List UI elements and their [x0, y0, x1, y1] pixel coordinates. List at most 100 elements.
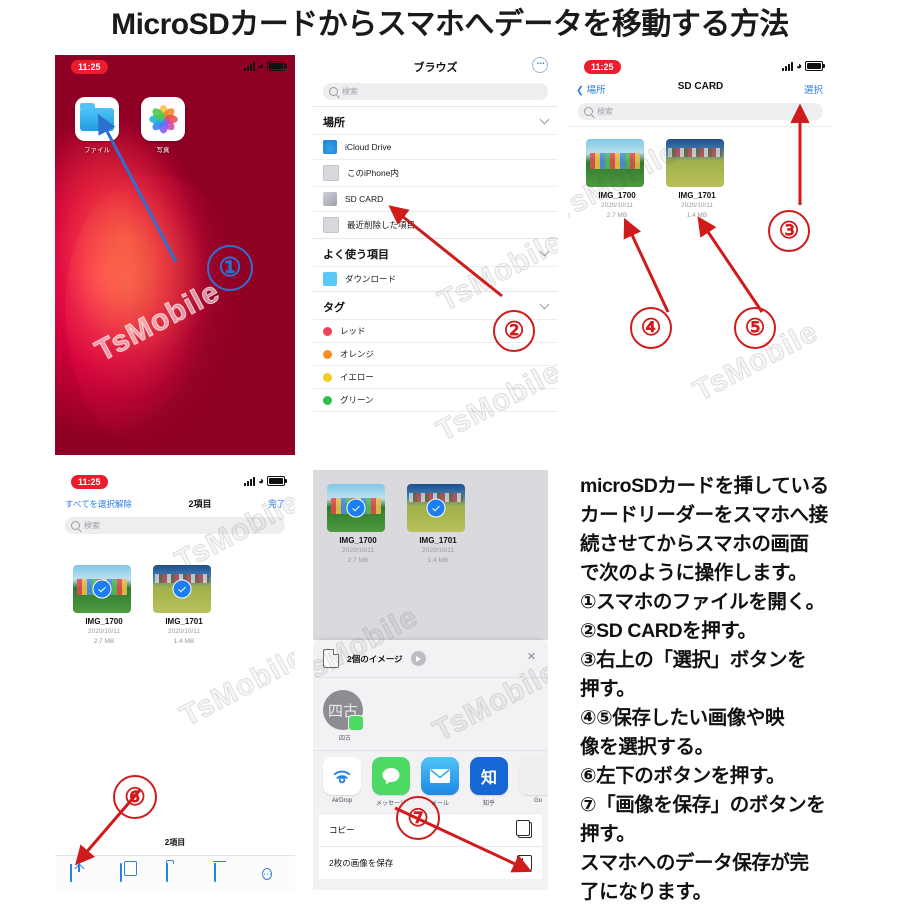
file-name: IMG_1701 — [419, 536, 457, 545]
share-sheet-header: 2個のイメージ ✕ — [313, 640, 548, 678]
instruction-line: ②SD CARDを押す。 — [580, 620, 757, 642]
back-button[interactable]: ❮ 場所 — [576, 82, 606, 96]
done-button[interactable]: 完了 — [268, 498, 285, 510]
deselect-all-button[interactable]: すべてを選択解除 — [65, 498, 132, 510]
checkmark-icon — [92, 579, 112, 599]
app-files[interactable]: ファイル — [75, 97, 119, 154]
document-icon — [323, 649, 339, 668]
list-item-tag-yellow[interactable]: イエロー — [313, 365, 558, 388]
search-icon — [329, 87, 338, 96]
airdrop-icon — [323, 757, 361, 795]
wifi-icon: ◕ — [257, 476, 264, 487]
file-size: 1.4 MB — [686, 212, 708, 219]
panel-home-screen: 11:25 ◕ ファイル 写真 TsMobile ① — [55, 55, 295, 455]
list-item-iphone[interactable]: このiPhone内 — [313, 159, 558, 186]
save-image-icon — [517, 855, 532, 871]
select-button[interactable]: 選択 — [804, 82, 823, 96]
step-marker-4: ④ — [630, 307, 672, 349]
close-icon[interactable]: ✕ — [525, 651, 538, 664]
instruction-line: カードリーダーをスマホへ接 — [580, 504, 828, 526]
play-icon[interactable] — [410, 651, 426, 666]
file-item[interactable]: IMG_1700 2020/10/11 2.7 MB — [73, 565, 135, 646]
list-item-icloud[interactable]: iCloud Drive — [313, 134, 558, 159]
instruction-line: スマホへのデータ保存が完 — [580, 852, 809, 874]
list-item-sdcard[interactable]: SD CARD — [313, 186, 558, 211]
status-indicators: ◕ — [243, 61, 287, 72]
instruction-line: ③右上の「選択」ボタンを — [580, 649, 807, 671]
search-input[interactable]: 検索 — [65, 517, 285, 534]
share-target-zhihu[interactable]: 知 知乎 — [470, 757, 508, 807]
tag-color-dot — [323, 372, 332, 382]
panel-share-sheet: IMG_1700 2020/10/11 2.7 MB IMG_1701 2020… — [313, 470, 548, 890]
status-bar-selected: 11:25 ◕ — [55, 470, 295, 494]
file-date: 2020/10/11 — [341, 547, 375, 554]
file-thumbnail — [327, 484, 385, 532]
contact-item[interactable]: 四古 四古 — [323, 690, 367, 742]
list-item-downloads[interactable]: ダウンロード — [313, 266, 558, 291]
file-item[interactable]: IMG_1701 2020/10/11 1.4 MB — [407, 484, 469, 565]
share-target-more-app[interactable]: Go — [519, 757, 548, 807]
zhihu-icon: 知 — [470, 757, 508, 795]
instruction-line: 了になります。 — [580, 881, 712, 903]
new-folder-icon[interactable] — [166, 863, 184, 882]
chevron-down-icon[interactable] — [539, 114, 550, 125]
infographic-page: MicroSDカードからスマホへデータを移動する方法 11:25 ◕ ファイル … — [0, 0, 900, 903]
search-input[interactable]: 検索 — [323, 83, 548, 100]
back-label: 場所 — [586, 85, 606, 96]
file-item[interactable]: IMG_1701 2020/10/11 1.4 MB — [666, 139, 728, 220]
duplicate-icon[interactable] — [118, 863, 136, 882]
contact-label: 四古 — [338, 736, 351, 742]
sdcard-screen: 11:25 ◕ ❮ 場所 SD CARD 選択 検索 IMG_1700 2020… — [568, 55, 833, 455]
avatar: 四古 — [323, 690, 364, 731]
chevron-down-icon[interactable] — [539, 246, 550, 257]
share-target-label: 知乎 — [482, 801, 495, 807]
file-item[interactable]: IMG_1700 2020/10/11 2.7 MB — [586, 139, 648, 220]
ellipsis-icon[interactable]: ⋯ — [532, 57, 548, 73]
nav-title-label: ブラウズ — [413, 62, 458, 74]
status-indicators: ◕ — [781, 61, 825, 72]
file-size: 1.4 MB — [173, 638, 195, 645]
section-header-locations: 場所 — [313, 106, 558, 134]
instruction-line: ④⑤保存したい画像や映 — [580, 707, 785, 729]
share-icon[interactable] — [70, 864, 88, 882]
instruction-line: microSDカードを挿している — [580, 475, 829, 497]
list-item-label: SD CARD — [345, 194, 384, 204]
status-time: 11:25 — [71, 475, 108, 489]
action-save-images[interactable]: 2枚の画像を保存 — [319, 846, 542, 879]
search-icon — [71, 521, 80, 530]
nav-title-label: SD CARD — [677, 81, 724, 92]
file-item[interactable]: IMG_1701 2020/10/11 1.4 MB — [153, 565, 215, 646]
search-placeholder: 検索 — [84, 521, 100, 530]
app-photos[interactable]: 写真 — [141, 97, 185, 154]
section-header-favorites: よく使う項目 — [313, 238, 558, 266]
panel-files-selected: 11:25 ◕ すべてを選択解除 2項目 完了 検索 IMG_1700 2020… — [55, 470, 295, 890]
more-icon[interactable]: ⋯ — [262, 864, 280, 882]
file-name: IMG_1700 — [598, 191, 636, 200]
instruction-line: ⑥左下のボタンを押す。 — [580, 765, 786, 787]
trash-icon[interactable] — [214, 863, 232, 882]
checkmark-icon — [426, 498, 446, 518]
file-item[interactable]: IMG_1700 2020/10/11 2.7 MB — [327, 484, 389, 565]
signal-icon — [781, 62, 793, 71]
files-browse-screen: ブラウズ ⋯ 検索 場所 iCloud Drive このiPhone内 SD C… — [313, 55, 558, 455]
icloud-icon — [323, 140, 337, 154]
app-badge-icon — [348, 715, 364, 731]
sdcard-icon — [323, 192, 337, 206]
search-input[interactable]: 検索 — [578, 103, 823, 120]
step-marker-7: ⑦ — [396, 796, 440, 840]
file-size: 2.7 MB — [347, 557, 369, 564]
file-thumbnail — [586, 139, 644, 187]
list-item-tag-green[interactable]: グリーン — [313, 388, 558, 411]
signal-icon — [243, 62, 255, 71]
step-marker-1: ① — [207, 245, 253, 291]
list-item-recently-deleted[interactable]: 最近削除した項目 — [313, 211, 558, 238]
share-target-airdrop[interactable]: AirDrop — [323, 757, 361, 807]
selected-count: 2項目 — [188, 499, 212, 509]
file-thumbnail — [666, 139, 724, 187]
chevron-down-icon[interactable] — [539, 299, 550, 310]
instructions-block: microSDカードを挿している カードリーダーをスマホへ接 続させてからスマホ… — [580, 472, 892, 907]
nav-bar-sdcard: ❮ 場所 SD CARD 選択 — [568, 79, 833, 101]
instruction-line: で次のように操作します。 — [580, 562, 808, 584]
file-thumbnail — [407, 484, 465, 532]
search-placeholder: 検索 — [597, 107, 613, 116]
